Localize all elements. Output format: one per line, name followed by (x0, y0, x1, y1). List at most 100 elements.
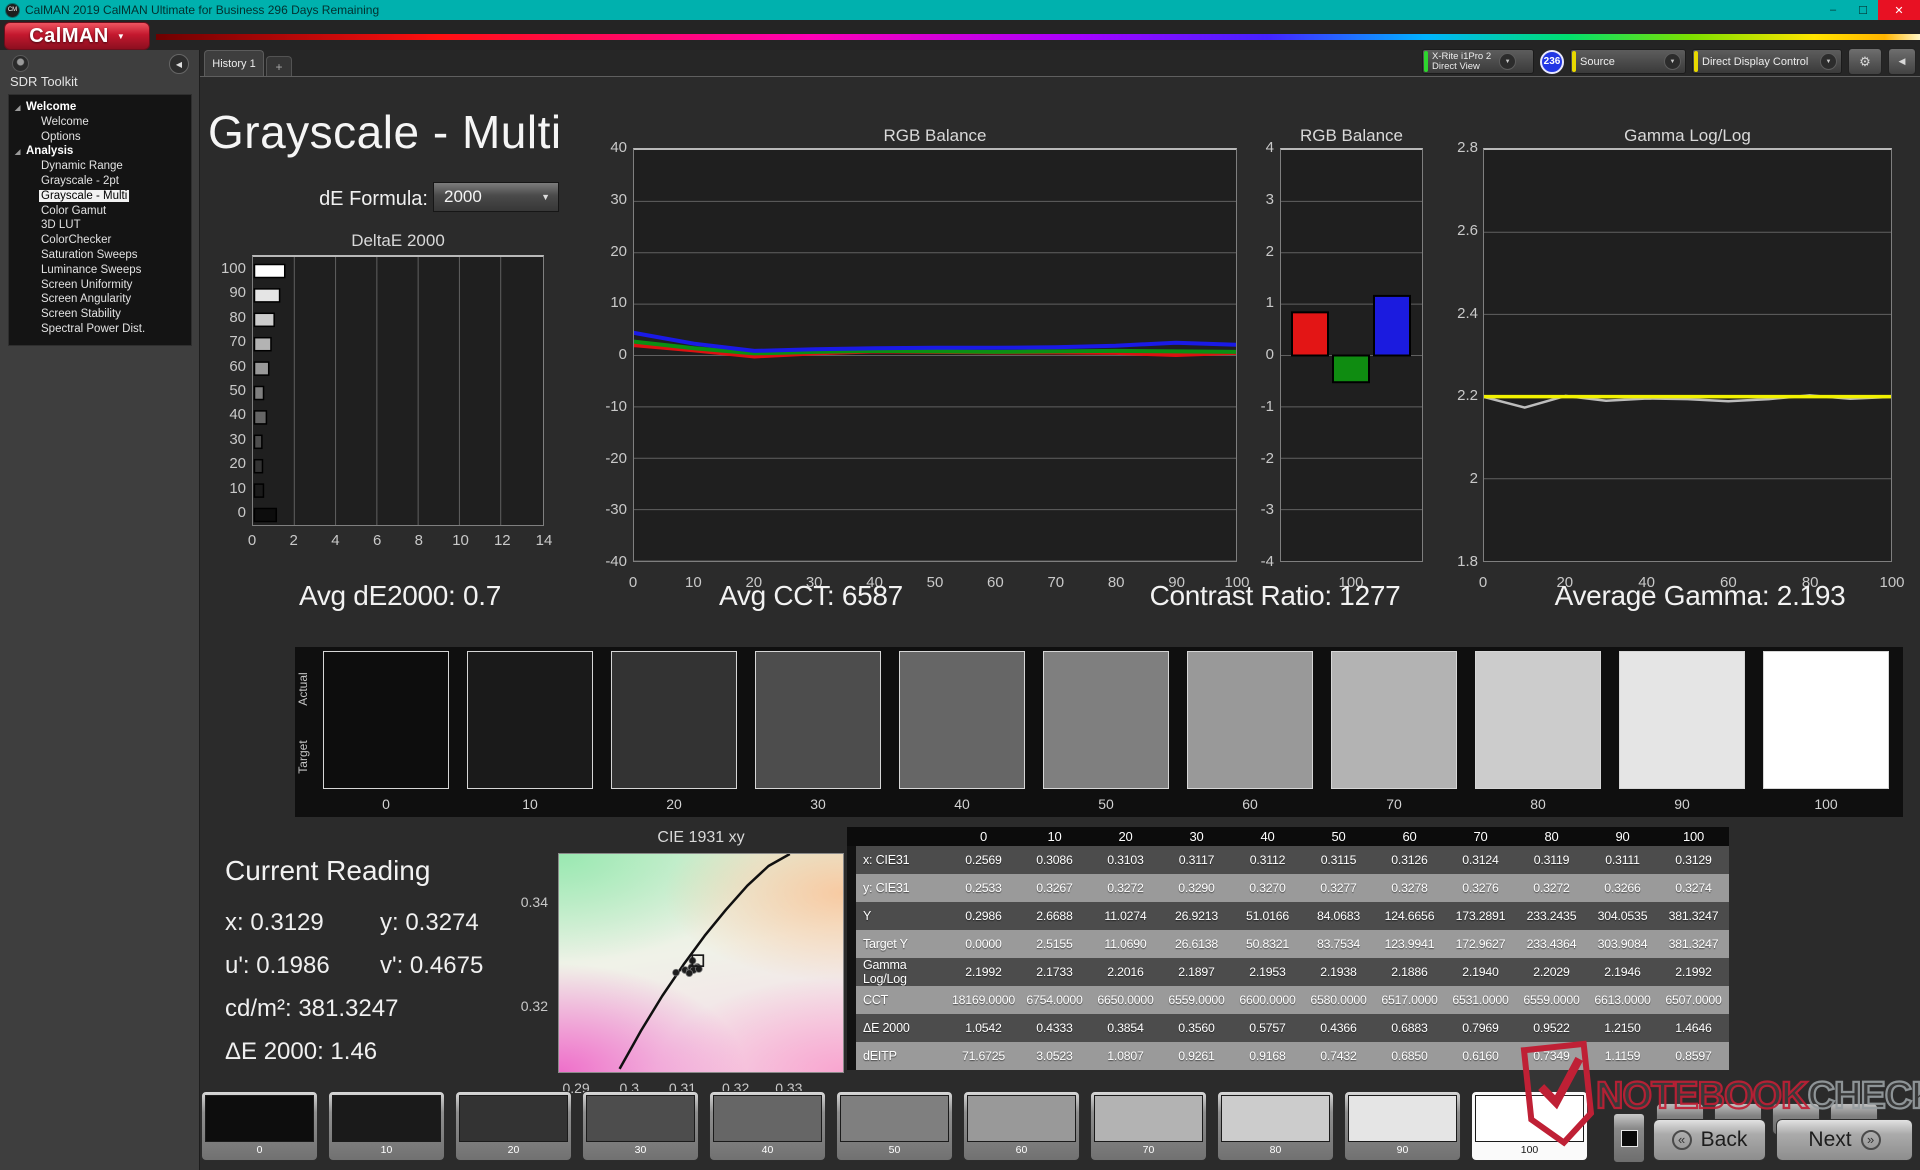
table-cell: 0.3115 (1303, 846, 1374, 874)
deltae-y-tick: 100 (220, 260, 246, 277)
table-cell: 2.1938 (1303, 958, 1374, 986)
sidebar-item-label: Spectral Power Dist. (41, 322, 146, 335)
pattern-level-button-80[interactable]: 80 (1217, 1091, 1334, 1161)
sidebar-item-screen-stability[interactable]: Screen Stability (9, 307, 191, 322)
sidebar-item-screen-angularity[interactable]: Screen Angularity (9, 292, 191, 307)
table-cell: 0.9168 (1232, 1042, 1303, 1070)
sidebar-item-grayscale-multi[interactable]: Grayscale - Multi (9, 189, 191, 204)
pattern-level-button-70[interactable]: 70 (1090, 1091, 1207, 1161)
pattern-swatch (1475, 1095, 1584, 1142)
table-cell: 0.3290 (1161, 874, 1232, 902)
rgbbar-y-tick: -4 (1260, 553, 1274, 570)
sidebar-item-colorchecker[interactable]: ColorChecker (9, 233, 191, 248)
table-cell: 2.1940 (1445, 958, 1516, 986)
pattern-level-button-40[interactable]: 40 (709, 1091, 826, 1161)
pattern-level-button-20[interactable]: 20 (455, 1091, 572, 1161)
table-cell: 0.6850 (1374, 1042, 1445, 1070)
sidebar-group-welcome[interactable]: ◢ Welcome (9, 100, 191, 115)
spectrum-strip (156, 34, 1920, 40)
calman-menu-button[interactable]: CalMAN ▼ (4, 22, 150, 50)
sidebar-item-screen-uniformity[interactable]: Screen Uniformity (9, 278, 191, 293)
rgbline-y-tick: 30 (610, 190, 627, 208)
panel-collapse-button[interactable]: ◀ (1888, 48, 1916, 75)
back-chevron-icon: « (1671, 1130, 1692, 1150)
collapse-arrow-icon: ◀ (1898, 56, 1906, 66)
sidebar-item-color-gamut[interactable]: Color Gamut (9, 204, 191, 219)
table-row-gamma-log-log: Gamma Log/Log 2.1992 2.1733 2.2016 2.1897 2.1… (847, 958, 1729, 986)
meter-dropdown[interactable]: X-Rite i1Pro 2 Direct View ▼ (1422, 49, 1534, 74)
meter-mode: Direct View (1432, 60, 1480, 72)
grayscale-swatch-20 (611, 651, 737, 789)
sidebar-collapse-button[interactable]: ◀ (169, 54, 189, 74)
pattern-level-button-90[interactable]: 90 (1344, 1091, 1461, 1161)
table-cell: 172.9627 (1445, 930, 1516, 958)
table-cell: 0.2986 (948, 902, 1019, 930)
sidebar-item-grayscale-2pt[interactable]: Grayscale - 2pt (9, 174, 191, 189)
pattern-level-button-0[interactable]: 0 (201, 1091, 318, 1161)
add-tab-button[interactable]: + (266, 56, 292, 76)
pattern-window-button[interactable] (1613, 1113, 1645, 1163)
grayscale-swatch-80 (1475, 651, 1601, 789)
stat-contrast-ratio: Contrast Ratio: 1277 (1149, 580, 1401, 611)
record-dot-icon[interactable] (12, 55, 29, 72)
sidebar-item-dynamic-range[interactable]: Dynamic Range (9, 159, 191, 174)
row-label: CCT (856, 986, 948, 1014)
deltae-y-tick: 30 (229, 430, 246, 448)
pattern-level-button-100[interactable]: 100 (1471, 1091, 1588, 1161)
deltae-x-tick: 12 (493, 532, 511, 549)
settings-button[interactable]: ⚙ (1848, 48, 1882, 75)
stat-average-gamma: Average Gamma: 2.193 (1554, 580, 1846, 611)
sidebar-item-3d-lut[interactable]: 3D LUT (9, 218, 191, 233)
source-dropdown[interactable]: Source ▼ (1570, 49, 1686, 74)
row-select-strip (847, 1014, 856, 1042)
tab-bar: History 1 + X-Rite i1Pro 2 Direct View ▼… (200, 48, 1920, 76)
measurement-count-badge[interactable]: 236 (1540, 49, 1564, 74)
grayscale-swatch-90 (1619, 651, 1745, 789)
minimize-button[interactable]: – (1818, 0, 1848, 20)
expander-icon[interactable]: ◢ (15, 147, 20, 160)
pattern-swatch (840, 1095, 949, 1142)
pattern-level-button-50[interactable]: 50 (836, 1091, 953, 1161)
deltae-y-tick: 50 (229, 382, 246, 399)
sidebar-item-label: Screen Stability (41, 308, 121, 321)
table-cell: 2.1992 (948, 958, 1019, 986)
table-column-header: 100 (1658, 827, 1729, 846)
tab-history-1[interactable]: History 1 (204, 50, 264, 76)
table-cell: 6754.0000 (1019, 986, 1090, 1014)
table-column-header: 0 (948, 827, 1019, 846)
rgb-balance-bar-title: RGB Balance (1300, 126, 1403, 145)
sidebar-item-saturation-sweeps[interactable]: Saturation Sweeps (9, 248, 191, 263)
sidebar-item-luminance-sweeps[interactable]: Luminance Sweeps (9, 263, 191, 278)
maximize-button[interactable]: ☐ (1848, 0, 1878, 20)
table-cell: 0.6160 (1445, 1042, 1516, 1070)
pattern-level-label: 100 (1520, 1144, 1539, 1156)
table-cell: 11.0690 (1090, 930, 1161, 958)
table-cell: 0.9261 (1161, 1042, 1232, 1070)
table-cell: 303.9084 (1587, 930, 1658, 958)
sidebar-item-welcome[interactable]: Welcome (9, 115, 191, 130)
table-cell: 0.0000 (948, 930, 1019, 958)
next-button[interactable]: Next » (1776, 1119, 1913, 1161)
sidebar-group-analysis[interactable]: ◢ Analysis (9, 144, 191, 159)
sidebar-item-spectral-power-dist[interactable]: Spectral Power Dist. (9, 322, 191, 337)
table-cell: 6531.0000 (1445, 986, 1516, 1014)
table-cell: 11.0274 (1090, 902, 1161, 930)
pattern-level-button-30[interactable]: 30 (582, 1091, 699, 1161)
table-cell: 6600.0000 (1232, 986, 1303, 1014)
rgbline-x-tick: 80 (1107, 574, 1125, 591)
sidebar-item-label: Welcome (41, 115, 89, 128)
table-cell: 2.1953 (1232, 958, 1303, 986)
expander-icon[interactable]: ◢ (15, 103, 20, 116)
table-cell: 26.6138 (1161, 930, 1232, 958)
de-formula-dropdown[interactable]: 2000 ▼ (433, 182, 559, 212)
table-cell: 0.3560 (1161, 1014, 1232, 1042)
table-cell: 124.6656 (1374, 902, 1445, 930)
close-button[interactable]: ✕ (1878, 0, 1920, 20)
display-control-dropdown[interactable]: Direct Display Control ▼ (1692, 49, 1842, 74)
cie-1931-plot (558, 852, 844, 1073)
grayscale-swatch-label: 30 (810, 796, 826, 812)
sidebar-item-options[interactable]: Options (9, 130, 191, 145)
pattern-level-button-60[interactable]: 60 (963, 1091, 1080, 1161)
back-button[interactable]: « Back (1653, 1119, 1766, 1161)
pattern-level-button-10[interactable]: 10 (328, 1091, 445, 1161)
